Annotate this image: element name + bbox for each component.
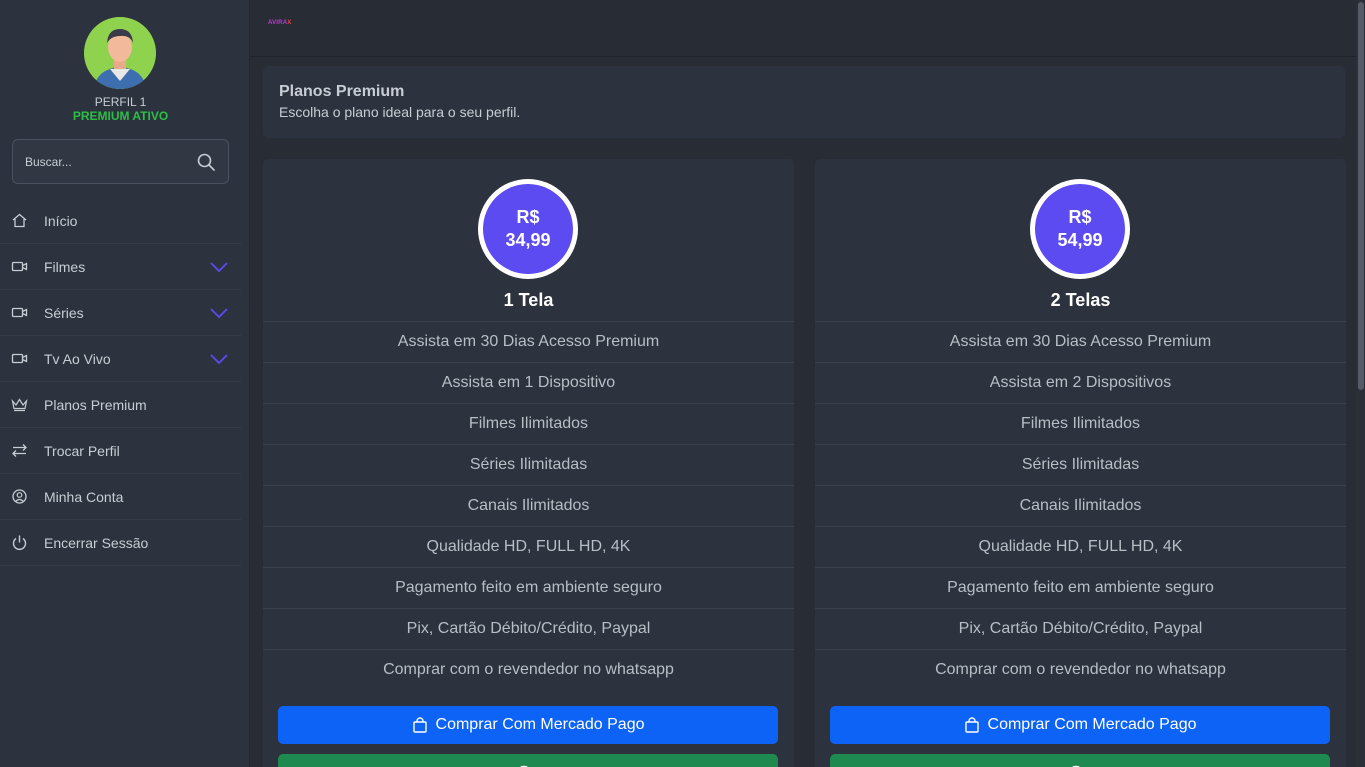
plan-card-2-telas: R$ 54,99 2 Telas Assista em 30 Dias Aces… — [815, 159, 1346, 767]
feature-item: Séries Ilimitadas — [815, 444, 1346, 485]
plan-card-1-tela: R$ 34,99 1 Tela Assista em 30 Dias Acess… — [263, 159, 794, 767]
feature-item: Comprar com o revendedor no whatsapp — [815, 649, 1346, 690]
plan-name: 1 Tela — [503, 290, 554, 310]
price-badge: R$ 34,99 — [478, 179, 578, 279]
chevron-down-icon[interactable] — [209, 260, 229, 274]
feature-item: Canais Ilimitados — [815, 485, 1346, 526]
search-input[interactable] — [25, 152, 190, 172]
buy-whatsapp-button[interactable] — [278, 754, 778, 767]
feature-item: Filmes Ilimitados — [815, 403, 1346, 444]
sidebar-item-label: Planos Premium — [44, 397, 147, 413]
scrollbar-thumb[interactable] — [1358, 2, 1364, 390]
sidebar-item-tv-ao-vivo[interactable]: Tv Ao Vivo — [0, 336, 241, 382]
user-avatar-icon — [84, 17, 156, 89]
power-icon — [12, 535, 27, 550]
feature-item: Pix, Cartão Débito/Crédito, Paypal — [815, 608, 1346, 649]
plan-name: 2 Telas — [1050, 290, 1111, 310]
logo-text-accent: X — [287, 20, 292, 26]
shopping-bag-icon — [964, 717, 979, 733]
price-badge-inner: R$ 54,99 — [1035, 184, 1125, 274]
premium-status-badge: PREMIUM ATIVO — [72, 109, 169, 123]
sidebar-item-minha-conta[interactable]: Minha Conta — [0, 474, 241, 520]
profile-name: PERFIL 1 — [94, 95, 147, 109]
feature-item: Assista em 2 Dispositivos — [815, 362, 1346, 403]
feature-item: Qualidade HD, FULL HD, 4K — [815, 526, 1346, 567]
avatar[interactable] — [84, 17, 156, 89]
feature-item: Comprar com o revendedor no whatsapp — [263, 649, 794, 690]
site-logo[interactable]: AVIRAX — [268, 20, 291, 26]
price-badge-inner: R$ 34,99 — [483, 184, 573, 274]
sidebar-item-label: Séries — [44, 305, 84, 321]
sidebar-item-filmes[interactable]: Filmes — [0, 244, 241, 290]
sidebar-item-label: Filmes — [44, 259, 86, 275]
sidebar-item-inicio[interactable]: Início — [0, 198, 241, 244]
home-icon — [12, 213, 27, 228]
logo-text: AVIRA — [268, 20, 288, 26]
crown-icon — [11, 398, 28, 412]
feature-list: Assista em 30 Dias Acesso Premium Assist… — [815, 321, 1346, 690]
sidebar-item-label: Início — [44, 213, 78, 229]
chevron-down-icon[interactable] — [209, 352, 229, 366]
feature-item: Assista em 30 Dias Acesso Premium — [263, 321, 794, 362]
feature-item: Canais Ilimitados — [263, 485, 794, 526]
sidebar-item-label: Minha Conta — [44, 489, 124, 505]
price-currency: R$ — [1068, 207, 1092, 227]
price-value: 34,99 — [505, 230, 551, 250]
sidebar-item-series[interactable]: Séries — [0, 290, 241, 336]
sidebar-nav: Início Filmes Séries Tv Ao Vivo Planos P… — [0, 198, 241, 566]
search-box — [12, 139, 229, 184]
buy-mercado-pago-button[interactable]: Comprar Com Mercado Pago — [278, 706, 778, 744]
feature-item: Filmes Ilimitados — [263, 403, 794, 444]
search-icon[interactable] — [196, 152, 216, 172]
buy-mercado-pago-button[interactable]: Comprar Com Mercado Pago — [830, 706, 1330, 744]
feature-list: Assista em 30 Dias Acesso Premium Assist… — [263, 321, 794, 690]
price-value: 54,99 — [1057, 230, 1103, 250]
feature-item: Pagamento feito em ambiente seguro — [263, 567, 794, 608]
video-icon — [11, 307, 28, 318]
page-title: Planos Premium — [279, 83, 405, 100]
page-header-card: Planos Premium Escolha o plano ideal par… — [263, 66, 1345, 138]
sidebar-item-encerrar-sessao[interactable]: Encerrar Sessão — [0, 520, 241, 566]
swap-icon — [12, 444, 27, 457]
button-label: Comprar Com Mercado Pago — [435, 716, 645, 733]
sidebar-item-label: Tv Ao Vivo — [44, 351, 111, 367]
sidebar-item-planos-premium[interactable]: Planos Premium — [0, 382, 241, 428]
page-subtitle: Escolha o plano ideal para o seu perfil. — [279, 104, 521, 120]
sidebar-item-label: Encerrar Sessão — [44, 535, 149, 551]
video-icon — [11, 261, 28, 272]
sidebar-item-trocar-perfil[interactable]: Trocar Perfil — [0, 428, 241, 474]
feature-item: Séries Ilimitadas — [263, 444, 794, 485]
shopping-bag-icon — [412, 717, 427, 733]
video-icon — [11, 353, 28, 364]
feature-item: Pagamento feito em ambiente seguro — [815, 567, 1346, 608]
feature-item: Pix, Cartão Débito/Crédito, Paypal — [263, 608, 794, 649]
topbar: AVIRAX — [250, 0, 1356, 57]
buy-whatsapp-button[interactable] — [830, 754, 1330, 767]
chevron-down-icon[interactable] — [209, 306, 229, 320]
feature-item: Assista em 1 Dispositivo — [263, 362, 794, 403]
price-currency: R$ — [516, 207, 540, 227]
feature-item: Qualidade HD, FULL HD, 4K — [263, 526, 794, 567]
feature-item: Assista em 30 Dias Acesso Premium — [815, 321, 1346, 362]
user-circle-icon — [12, 489, 27, 504]
sidebar-item-label: Trocar Perfil — [44, 443, 120, 459]
button-label: Comprar Com Mercado Pago — [987, 716, 1197, 733]
price-badge: R$ 54,99 — [1030, 179, 1130, 279]
sidebar: PERFIL 1 PREMIUM ATIVO Início Filmes Sér… — [0, 0, 250, 767]
